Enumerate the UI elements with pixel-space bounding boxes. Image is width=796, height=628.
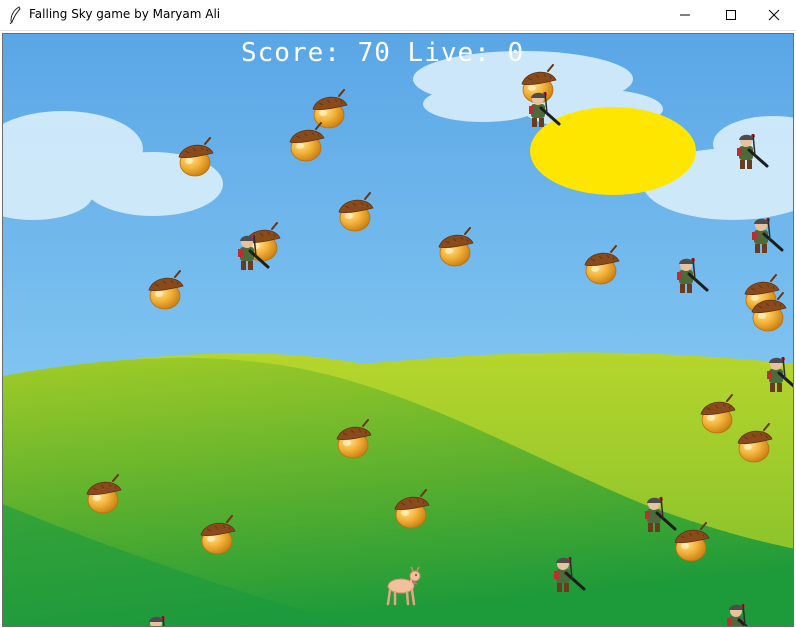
- hunter-icon: [149, 615, 165, 626]
- game-canvas[interactable]: Score: 70 Live: 0: [2, 33, 794, 627]
- acorn-icon: [178, 137, 214, 177]
- hunter-icon: [238, 234, 270, 270]
- score-display: Score: 70 Live: 0: [241, 38, 524, 68]
- acorn-icon: [438, 227, 474, 267]
- acorn-icon: [338, 192, 374, 232]
- acorn-icon: [148, 270, 184, 310]
- minimize-button[interactable]: [662, 0, 708, 30]
- acorn-icon: [751, 292, 787, 332]
- hunter-icon: [727, 603, 749, 626]
- score-value: 70: [357, 38, 391, 68]
- close-icon: [768, 9, 780, 21]
- maximize-button[interactable]: [708, 0, 754, 30]
- score-label: Score:: [241, 38, 341, 68]
- hunter-icon: [677, 257, 709, 293]
- acorn-icon: [394, 489, 430, 529]
- minimize-icon: [680, 14, 690, 16]
- hunter-icon: [737, 133, 769, 169]
- acorn-icon: [737, 423, 773, 463]
- maximize-icon: [726, 10, 736, 20]
- hunter-icon: [752, 217, 784, 253]
- window-title: Falling Sky game by Maryam Ali: [29, 7, 221, 21]
- hunter-icon: [645, 496, 677, 532]
- hunter-icon: [529, 91, 561, 127]
- acorn-icon: [674, 522, 710, 562]
- acorn-icon: [584, 245, 620, 285]
- acorn-icon: [700, 394, 736, 434]
- acorn-icon: [86, 474, 122, 514]
- acorn-icon: [336, 419, 372, 459]
- acorn-icon: [289, 122, 325, 162]
- hunter-icon: [554, 556, 586, 592]
- feather-icon: [9, 6, 21, 24]
- title-bar: Falling Sky game by Maryam Ali: [0, 0, 796, 31]
- hunter-icon: [767, 356, 793, 392]
- acorn-icon: [200, 515, 236, 555]
- close-button[interactable]: [751, 0, 796, 30]
- lives-label: Live:: [407, 38, 491, 68]
- deer-icon[interactable]: [381, 564, 425, 606]
